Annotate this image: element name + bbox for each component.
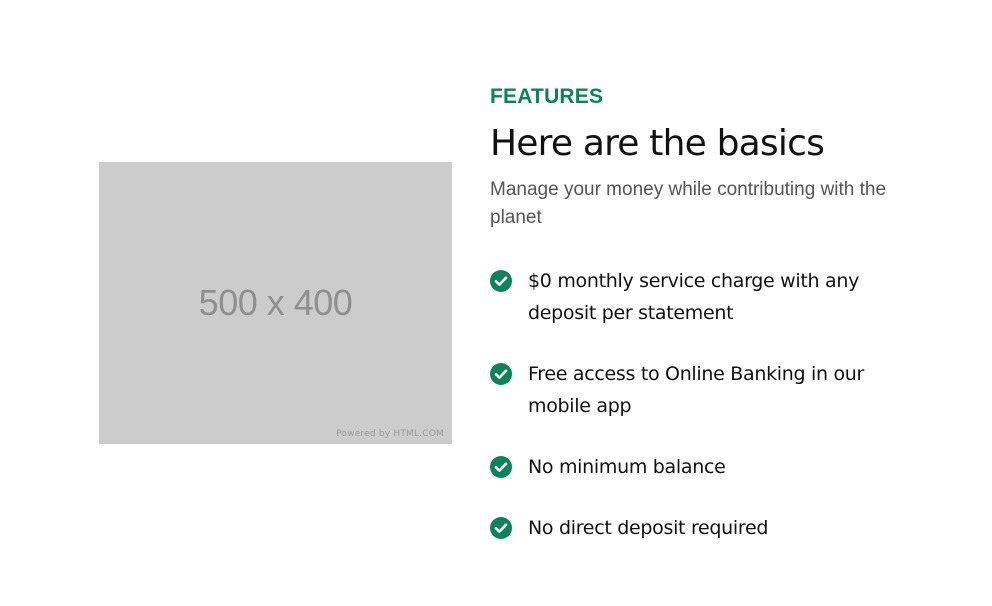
placeholder-dimensions-label: 500 x 400 [198, 282, 353, 323]
section-eyebrow: FEATURES [490, 85, 604, 108]
feature-item: $0 monthly service charge with any depos… [490, 265, 930, 329]
placeholder-credit: Powered by HTML.COM [336, 429, 444, 439]
section-subtitle: Manage your money while contributing wit… [490, 179, 887, 228]
feature-item: No minimum balance [490, 451, 930, 483]
feature-text: No direct deposit required [528, 517, 769, 539]
check-circle-icon [490, 363, 512, 385]
check-circle-icon [490, 270, 512, 292]
feature-text: Free access to Online Banking in our mob… [528, 363, 865, 417]
section-title: Here are the basics [490, 123, 825, 164]
feature-list: $0 monthly service charge with any depos… [490, 265, 930, 544]
feature-image-placeholder: 500 x 400 Powered by HTML.COM [99, 162, 452, 444]
features-section: FEATURES Here are the basics Manage your… [490, 84, 930, 573]
check-circle-icon [490, 517, 512, 539]
feature-item: No direct deposit required [490, 512, 930, 544]
feature-item: Free access to Online Banking in our mob… [490, 358, 930, 422]
check-circle-icon [490, 456, 512, 478]
feature-text: No minimum balance [528, 456, 726, 478]
feature-text: $0 monthly service charge with any depos… [528, 270, 860, 324]
